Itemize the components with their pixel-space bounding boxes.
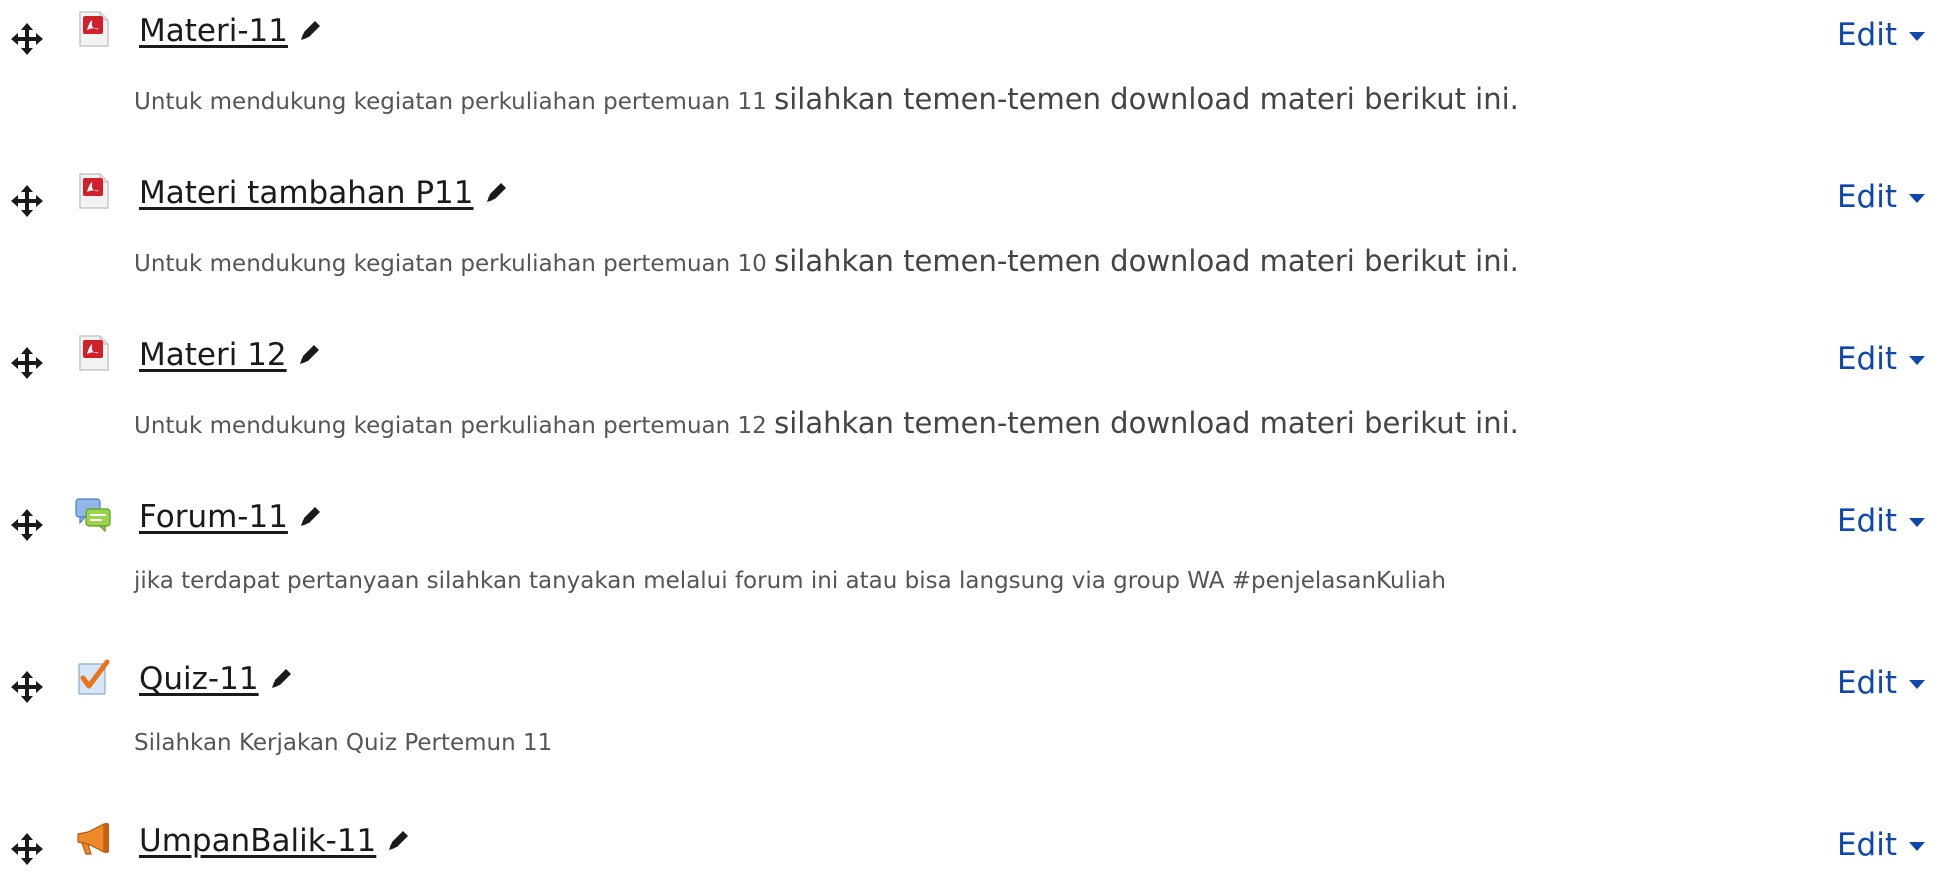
edit-label: Edit [1836,17,1897,53]
edit-menu-button[interactable]: Edit [1837,503,1925,539]
pdf-icon [79,11,109,47]
activity-name: UmpanBalik-11 [139,823,377,859]
activity-item: Materi 12 Edit Untuk mendukung kegiatan … [0,324,1945,486]
description-text: Untuk mendukung kegiatan perkuliahan per… [134,413,767,439]
activity-link[interactable]: Materi tambahan P11 [139,175,510,211]
activity-link[interactable]: Quiz-11 [139,661,295,697]
activity-description: Untuk mendukung kegiatan perkuliahan per… [134,82,1519,116]
activity-name: Materi 12 [139,337,287,373]
feedback-megaphone-icon [77,823,109,855]
edit-menu-button[interactable]: Edit [1837,341,1925,377]
activity-name: Forum-11 [139,499,288,535]
edit-label: Edit [1836,179,1897,215]
caret-down-icon [1909,518,1925,527]
edit-label: Edit [1836,665,1897,701]
activity-description: Untuk mendukung kegiatan perkuliahan per… [134,244,1519,278]
description-text: jika terdapat pertanyaan silahkan tanyak… [134,568,1447,594]
activity-link[interactable]: UmpanBalik-11 [139,823,412,859]
edit-label: Edit [1836,341,1897,377]
activity-item: Quiz-11 Edit Silahkan Kerjakan Quiz Pert… [0,648,1945,810]
pdf-icon [79,335,109,371]
pencil-icon[interactable] [297,341,323,367]
caret-down-icon [1909,194,1925,203]
move-icon[interactable] [10,346,44,380]
quiz-icon [78,659,110,695]
activity-header: Forum-11 Edit [0,486,1945,556]
edit-menu-button[interactable]: Edit [1837,179,1925,215]
activity-name: Materi-11 [139,13,288,49]
pencil-icon[interactable] [484,179,510,205]
activity-name: Materi tambahan P11 [139,175,474,211]
pencil-icon[interactable] [269,665,295,691]
caret-down-icon [1909,356,1925,365]
activity-header: Materi tambahan P11 Edit [0,162,1945,232]
activity-header: Quiz-11 Edit [0,648,1945,718]
pencil-icon[interactable] [386,827,412,853]
activity-description: jika terdapat pertanyaan silahkan tanyak… [134,568,1446,594]
forum-icon [75,498,111,533]
edit-menu-button[interactable]: Edit [1837,665,1925,701]
activity-item: Materi-11 Edit Untuk mendukung kegiatan … [0,0,1945,162]
caret-down-icon [1909,680,1925,689]
pencil-icon[interactable] [298,17,324,43]
activity-link[interactable]: Materi-11 [139,13,324,49]
activity-header: UmpanBalik-11 Edit [0,810,1945,880]
description-text: Untuk mendukung kegiatan perkuliahan per… [134,251,767,277]
description-text-large: silahkan temen-temen download materi ber… [774,244,1519,278]
activity-header: Materi-11 Edit [0,0,1945,70]
activity-description: Untuk mendukung kegiatan perkuliahan per… [134,406,1519,440]
activity-item: UmpanBalik-11 Edit [0,810,1945,865]
edit-menu-button[interactable]: Edit [1837,17,1925,53]
activity-item: Materi tambahan P11 Edit Untuk mendukung… [0,162,1945,324]
description-text-large: silahkan temen-temen download materi ber… [774,406,1519,440]
move-icon[interactable] [10,22,44,56]
pencil-icon[interactable] [298,503,324,529]
activity-link[interactable]: Materi 12 [139,337,323,373]
activity-header: Materi 12 Edit [0,324,1945,394]
move-icon[interactable] [10,508,44,542]
activity-name: Quiz-11 [139,661,259,697]
move-icon[interactable] [10,832,44,866]
activity-item: Forum-11 Edit jika terdapat pertanyaan s… [0,486,1945,648]
move-icon[interactable] [10,184,44,218]
caret-down-icon [1909,842,1925,851]
edit-menu-button[interactable]: Edit [1837,827,1925,863]
description-text: Silahkan Kerjakan Quiz Pertemun 11 [134,730,553,756]
edit-label: Edit [1836,827,1897,863]
activity-description: Silahkan Kerjakan Quiz Pertemun 11 [134,730,552,756]
pdf-icon [79,173,109,209]
caret-down-icon [1909,32,1925,41]
move-icon[interactable] [10,670,44,704]
activity-link[interactable]: Forum-11 [139,499,324,535]
description-text-large: silahkan temen-temen download materi ber… [774,82,1519,116]
description-text: Untuk mendukung kegiatan perkuliahan per… [134,89,767,115]
edit-label: Edit [1836,503,1897,539]
